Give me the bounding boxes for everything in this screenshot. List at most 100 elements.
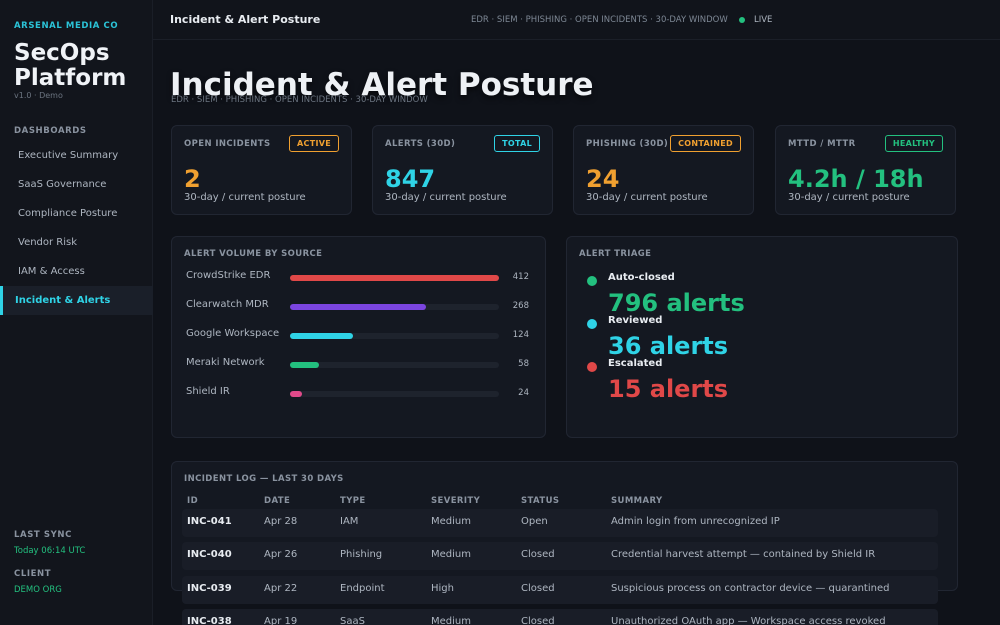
incident-log-title: INCIDENT LOG — LAST 30 DAYS (184, 474, 344, 484)
incident-status: Closed (521, 549, 555, 560)
sidebar-item-incident-alerts[interactable]: Incident & Alerts (0, 286, 153, 315)
incident-type: IAM (340, 516, 359, 527)
source-row: Google Workspace 124 (172, 325, 547, 345)
bar-track (290, 275, 499, 281)
sidebar-item-iam-access[interactable]: IAM & Access (0, 257, 153, 286)
last-sync-value: Today 06:14 UTC (14, 546, 86, 556)
incident-date: Apr 22 (264, 583, 298, 594)
source-row: Shield IR 24 (172, 383, 547, 403)
bar-track (290, 333, 499, 339)
kpi-value: 24 (586, 165, 620, 193)
topbar-title: Incident & Alert Posture (170, 13, 321, 26)
column-header-summary[interactable]: SUMMARY (611, 496, 663, 506)
source-label: CrowdStrike EDR (186, 270, 271, 281)
sidebar-item-executive-summary[interactable]: Executive Summary (0, 141, 153, 170)
incident-summary: Credential harvest attempt — contained b… (611, 549, 876, 560)
incident-date: Apr 28 (264, 516, 298, 527)
kpi-subtext: 30-day / current posture (586, 192, 708, 203)
kpi-label: ALERTS (30D) (385, 139, 456, 149)
kpi-value: 847 (385, 165, 436, 193)
live-status-dot-icon (739, 17, 745, 23)
triage-label-auto-closed: Auto-closed (608, 272, 675, 283)
status-badge: ACTIVE (289, 135, 339, 152)
column-header-severity[interactable]: SEVERITY (431, 496, 480, 506)
status-badge: HEALTHY (884, 135, 943, 152)
incident-id: INC-038 (187, 616, 232, 625)
sidebar-item-compliance-posture[interactable]: Compliance Posture (0, 199, 153, 228)
table-row[interactable]: INC-038 Apr 19 SaaS Medium Closed Unauth… (182, 609, 938, 625)
live-status-label: LIVE (754, 15, 773, 25)
kpi-label: PHISHING (30D) (586, 139, 669, 149)
source-label: Google Workspace (186, 328, 280, 339)
bar-fill (290, 304, 426, 310)
column-header-id[interactable]: ID (187, 496, 198, 506)
auto-closed-dot-icon (587, 276, 597, 286)
bar-fill (290, 275, 499, 281)
kpi-card-phishing[interactable]: PHISHING (30D) CONTAINED 24 30-day / cur… (573, 125, 754, 215)
source-row: CrowdStrike EDR 412 (172, 267, 547, 287)
page-subtitle: EDR · SIEM · PHISHING · OPEN INCIDENTS ·… (171, 95, 428, 105)
table-row[interactable]: INC-041 Apr 28 IAM Medium Open Admin log… (182, 509, 938, 537)
source-label: Shield IR (186, 386, 230, 397)
source-value: 58 (518, 359, 529, 369)
escalated-dot-icon (587, 362, 597, 372)
nav-heading: DASHBOARDS (14, 126, 87, 136)
source-row: Clearwatch MDR 268 (172, 296, 547, 316)
incident-type: Phishing (340, 549, 383, 560)
alert-triage-title: ALERT TRIAGE (579, 249, 652, 259)
table-row[interactable]: INC-039 Apr 22 Endpoint High Closed Susp… (182, 576, 938, 604)
triage-value-escalated: 15 alerts (608, 375, 729, 403)
incident-severity: Medium (431, 516, 471, 527)
source-label: Meraki Network (186, 357, 265, 368)
reviewed-dot-icon (587, 319, 597, 329)
kpi-label: OPEN INCIDENTS (184, 139, 271, 149)
incident-summary: Unauthorized OAuth app — Workspace acces… (611, 616, 886, 625)
brand-name: ARSENAL MEDIA CO (14, 21, 119, 31)
kpi-value: 4.2h / 18h (788, 165, 924, 193)
incident-summary: Admin login from unrecognized IP (611, 516, 780, 527)
alert-triage-panel: ALERT TRIAGE Auto-closed 796 alerts Revi… (566, 236, 958, 438)
sidebar-item-saas-governance[interactable]: SaaS Governance (0, 170, 153, 199)
kpi-card-open-incidents[interactable]: OPEN INCIDENTS ACTIVE 2 30-day / current… (171, 125, 352, 215)
incident-id: INC-040 (187, 549, 232, 560)
kpi-label: MTTD / MTTR (788, 139, 856, 149)
source-value: 412 (512, 272, 529, 282)
sidebar: ARSENAL MEDIA CO SecOps Platform v1.0 · … (0, 0, 153, 625)
incident-status: Closed (521, 583, 555, 594)
kpi-card-alerts[interactable]: ALERTS (30D) TOTAL 847 30-day / current … (372, 125, 553, 215)
column-header-type[interactable]: TYPE (340, 496, 366, 506)
incident-summary: Suspicious process on contractor device … (611, 583, 890, 594)
topbar-breadcrumb: EDR · SIEM · PHISHING · OPEN INCIDENTS ·… (471, 15, 728, 25)
triage-value-auto-closed: 796 alerts (608, 289, 745, 317)
sidebar-nav: Executive Summary SaaS Governance Compli… (0, 141, 153, 315)
app-version: v1.0 · Demo (14, 91, 63, 100)
kpi-subtext: 30-day / current posture (788, 192, 910, 203)
app-title-line-1: SecOps (14, 40, 110, 66)
top-bar: Incident & Alert Posture EDR · SIEM · PH… (153, 0, 1000, 40)
incident-type: SaaS (340, 616, 365, 625)
sidebar-item-vendor-risk[interactable]: Vendor Risk (0, 228, 153, 257)
triage-value-reviewed: 36 alerts (608, 332, 729, 360)
app-title: SecOps Platform (14, 41, 126, 91)
client-value: DEMO ORG (14, 585, 62, 595)
incident-severity: High (431, 583, 454, 594)
incident-id: INC-041 (187, 516, 232, 527)
status-badge: CONTAINED (670, 135, 741, 152)
column-header-status[interactable]: STATUS (521, 496, 559, 506)
table-row[interactable]: INC-040 Apr 26 Phishing Medium Closed Cr… (182, 542, 938, 570)
source-label: Clearwatch MDR (186, 299, 269, 310)
incident-status: Closed (521, 616, 555, 625)
kpi-card-mttd-mttr[interactable]: MTTD / MTTR HEALTHY 4.2h / 18h 30-day / … (775, 125, 956, 215)
client-label: CLIENT (14, 569, 52, 579)
source-value: 24 (518, 388, 529, 398)
column-header-date[interactable]: DATE (264, 496, 290, 506)
last-sync-label: LAST SYNC (14, 530, 72, 540)
bar-fill (290, 362, 320, 368)
bar-fill (290, 333, 353, 339)
bar-track (290, 304, 499, 310)
incident-severity: Medium (431, 549, 471, 560)
bar-track (290, 362, 499, 368)
source-value: 124 (512, 330, 529, 340)
kpi-value: 2 (184, 165, 201, 193)
incident-date: Apr 26 (264, 549, 298, 560)
